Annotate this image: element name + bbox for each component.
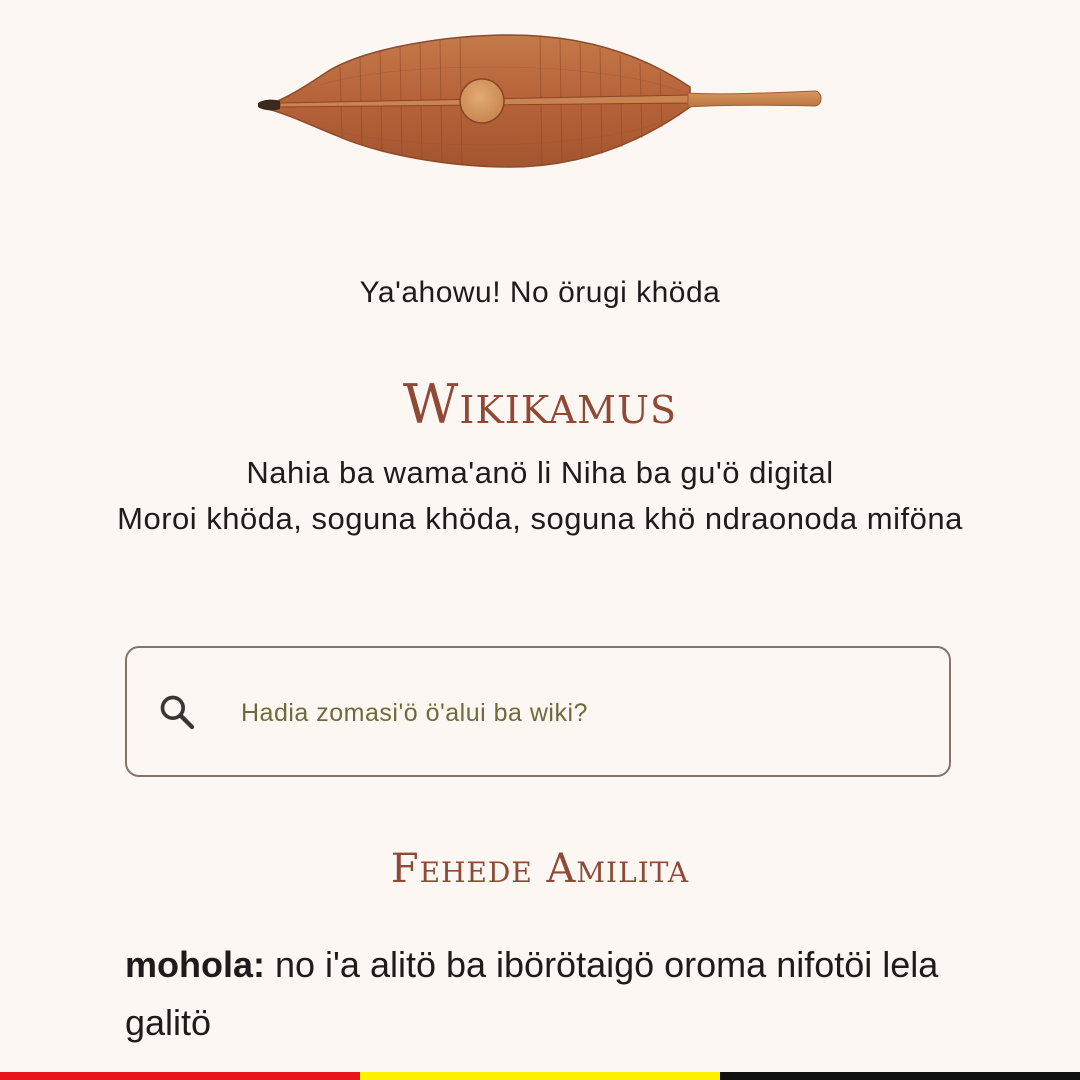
flag-stripe (0, 1072, 1080, 1080)
search-bar[interactable] (125, 646, 951, 777)
greeting-text: Ya'ahowu! No örugi khöda (359, 276, 721, 309)
search-input[interactable] (239, 686, 923, 740)
traditional-wooden-paddle-illustration (258, 34, 822, 168)
app-title: Wikikamus (402, 373, 678, 436)
tagline-line-2: Moroi khöda, soguna khöda, soguna khö nd… (117, 501, 963, 536)
featured-word: mohola: (125, 944, 265, 985)
flag-stripe-black (720, 1072, 1080, 1080)
flag-stripe-yellow (360, 1072, 720, 1080)
featured-word-entry[interactable]: mohola: no i'a alitö ba ibörötaigö oroma… (125, 936, 955, 1052)
tagline: Nahia ba wama'anö li Niha ba gu'ö digita… (100, 450, 980, 542)
featured-section-title: Fehede Amilita (390, 846, 690, 892)
tagline-line-1: Nahia ba wama'anö li Niha ba gu'ö digita… (246, 455, 834, 490)
flag-stripe-red (0, 1072, 360, 1080)
search-icon[interactable] (157, 692, 197, 732)
